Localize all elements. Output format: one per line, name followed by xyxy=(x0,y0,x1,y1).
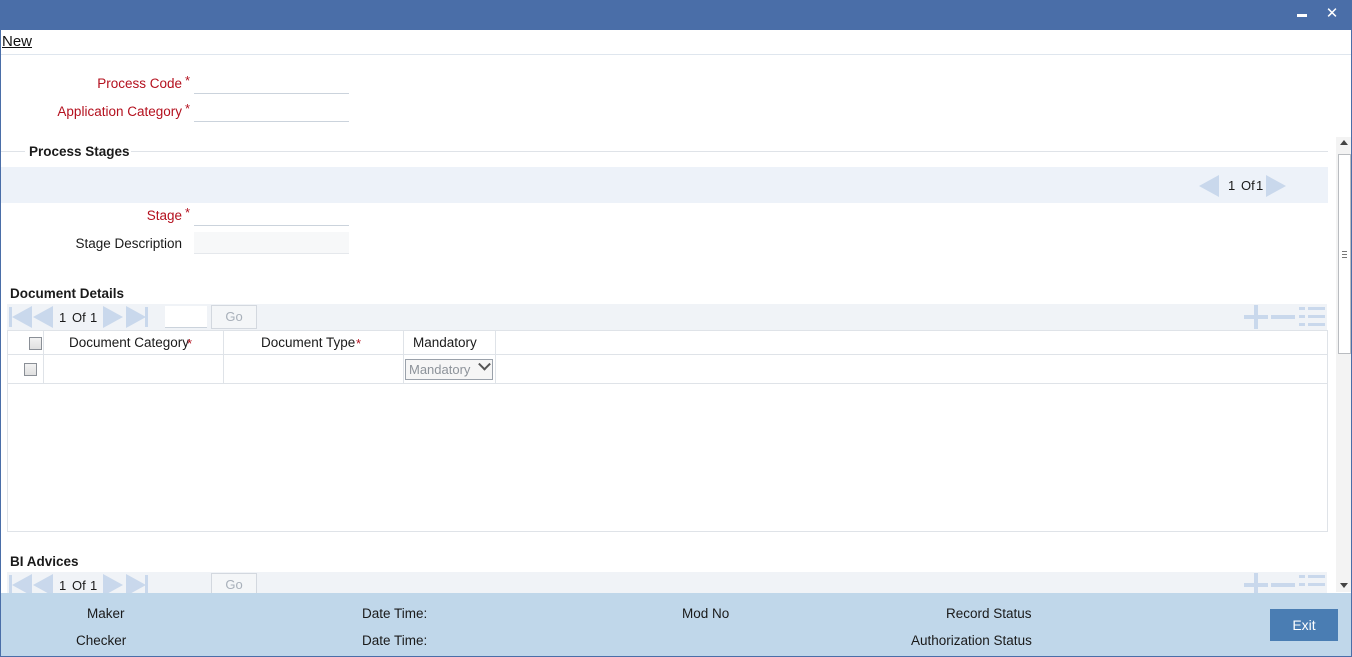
document-details-title: Document Details xyxy=(10,286,125,301)
bi-advices-toolbar: 1 Of 1 Go xyxy=(7,572,1327,593)
pager-current: 1 xyxy=(59,310,67,325)
mandatory-select-value: Mandatory xyxy=(409,362,471,377)
maker-date-time-label: Date Time: xyxy=(362,606,428,621)
add-row-icon[interactable] xyxy=(1254,573,1258,593)
menu-bar: New xyxy=(1,30,1351,55)
pager-total: 1 xyxy=(1256,178,1264,193)
last-page-icon[interactable] xyxy=(126,574,146,593)
last-page-icon[interactable] xyxy=(145,307,148,327)
first-page-icon[interactable] xyxy=(12,306,32,328)
pager-of: Of xyxy=(72,310,86,325)
pager-total: 1 xyxy=(90,310,98,325)
next-icon[interactable] xyxy=(1266,175,1286,197)
previous-page-icon[interactable] xyxy=(33,306,53,328)
view-list-icon[interactable] xyxy=(1299,307,1325,327)
process-code-input[interactable] xyxy=(194,72,349,94)
pager-total: 1 xyxy=(90,578,98,593)
go-button[interactable]: Go xyxy=(211,573,257,593)
close-icon[interactable]: ✕ xyxy=(1321,3,1343,25)
required-marker: * xyxy=(185,101,191,116)
page-number-input[interactable] xyxy=(165,306,207,328)
minimize-icon[interactable] xyxy=(1291,3,1313,25)
go-button[interactable]: Go xyxy=(211,305,257,329)
document-details-grid: Document Category * Document Type * Mand… xyxy=(7,330,1328,532)
application-category-label: Application Category xyxy=(57,104,182,119)
stage-description-label: Stage Description xyxy=(75,236,182,251)
checker-date-time-label: Date Time: xyxy=(362,633,428,648)
delete-row-icon[interactable] xyxy=(1271,315,1295,319)
previous-page-icon[interactable] xyxy=(33,574,53,593)
stage-input[interactable] xyxy=(194,204,349,226)
mod-no-label: Mod No xyxy=(682,606,730,621)
row-checkbox[interactable] xyxy=(24,363,37,376)
process-stages-title: Process Stages xyxy=(29,144,130,159)
view-list-icon[interactable] xyxy=(1299,575,1325,593)
pager-current: 1 xyxy=(1228,178,1236,193)
delete-row-icon[interactable] xyxy=(1271,583,1295,587)
process-stages-pager: 1 Of 1 xyxy=(1197,173,1289,199)
window: ✕ New Process Code * Application Categor… xyxy=(0,0,1352,657)
column-document-category: Document Category xyxy=(69,335,190,350)
column-mandatory: Mandatory xyxy=(413,335,477,350)
pager-of: Of xyxy=(1241,178,1255,193)
checker-label: Checker xyxy=(76,633,127,648)
exit-button[interactable]: Exit xyxy=(1270,609,1338,641)
section-divider xyxy=(131,151,1328,152)
stage-description-input[interactable] xyxy=(194,232,349,254)
audit-footer: Maker Checker Date Time: Date Time: Mod … xyxy=(1,593,1351,656)
next-page-icon[interactable] xyxy=(103,574,123,593)
select-all-checkbox[interactable] xyxy=(29,337,42,350)
first-page-icon[interactable] xyxy=(12,574,32,593)
required-marker: * xyxy=(356,336,362,351)
maker-label: Maker xyxy=(87,606,125,621)
scrollbar-thumb[interactable] xyxy=(1338,154,1351,354)
pager-of: Of xyxy=(72,578,86,593)
title-bar: ✕ xyxy=(1,1,1351,30)
add-row-icon[interactable] xyxy=(1254,305,1258,329)
vertical-scrollbar[interactable] xyxy=(1336,137,1351,592)
mandatory-select[interactable]: Mandatory xyxy=(405,357,493,380)
column-document-type: Document Type xyxy=(261,335,356,350)
stage-label: Stage xyxy=(146,208,182,223)
chevron-down-icon xyxy=(478,357,491,371)
application-category-input[interactable] xyxy=(194,100,349,122)
required-marker: * xyxy=(185,73,191,88)
pager-current: 1 xyxy=(59,578,67,593)
grid-header: Document Category * Document Type * Mand… xyxy=(8,331,1327,355)
scroll-down-icon[interactable] xyxy=(1340,583,1348,588)
authorization-status-label: Authorization Status xyxy=(911,633,1032,648)
required-marker: * xyxy=(185,205,191,220)
process-stages-header-band xyxy=(1,167,1328,203)
document-details-toolbar: 1 Of 1 Go xyxy=(7,304,1327,330)
section-divider xyxy=(1,151,25,152)
new-menu-link[interactable]: New xyxy=(2,33,32,50)
last-page-icon[interactable] xyxy=(145,575,148,593)
table-row: Mandatory xyxy=(8,355,1327,384)
record-status-label: Record Status xyxy=(946,606,1032,621)
process-code-label: Process Code xyxy=(97,76,182,91)
last-page-icon[interactable] xyxy=(126,306,146,328)
bi-advices-title: BI Advices xyxy=(10,554,79,569)
next-page-icon[interactable] xyxy=(103,306,123,328)
scroll-up-icon[interactable] xyxy=(1340,140,1348,145)
required-marker: * xyxy=(187,336,193,351)
previous-icon[interactable] xyxy=(1199,175,1219,197)
